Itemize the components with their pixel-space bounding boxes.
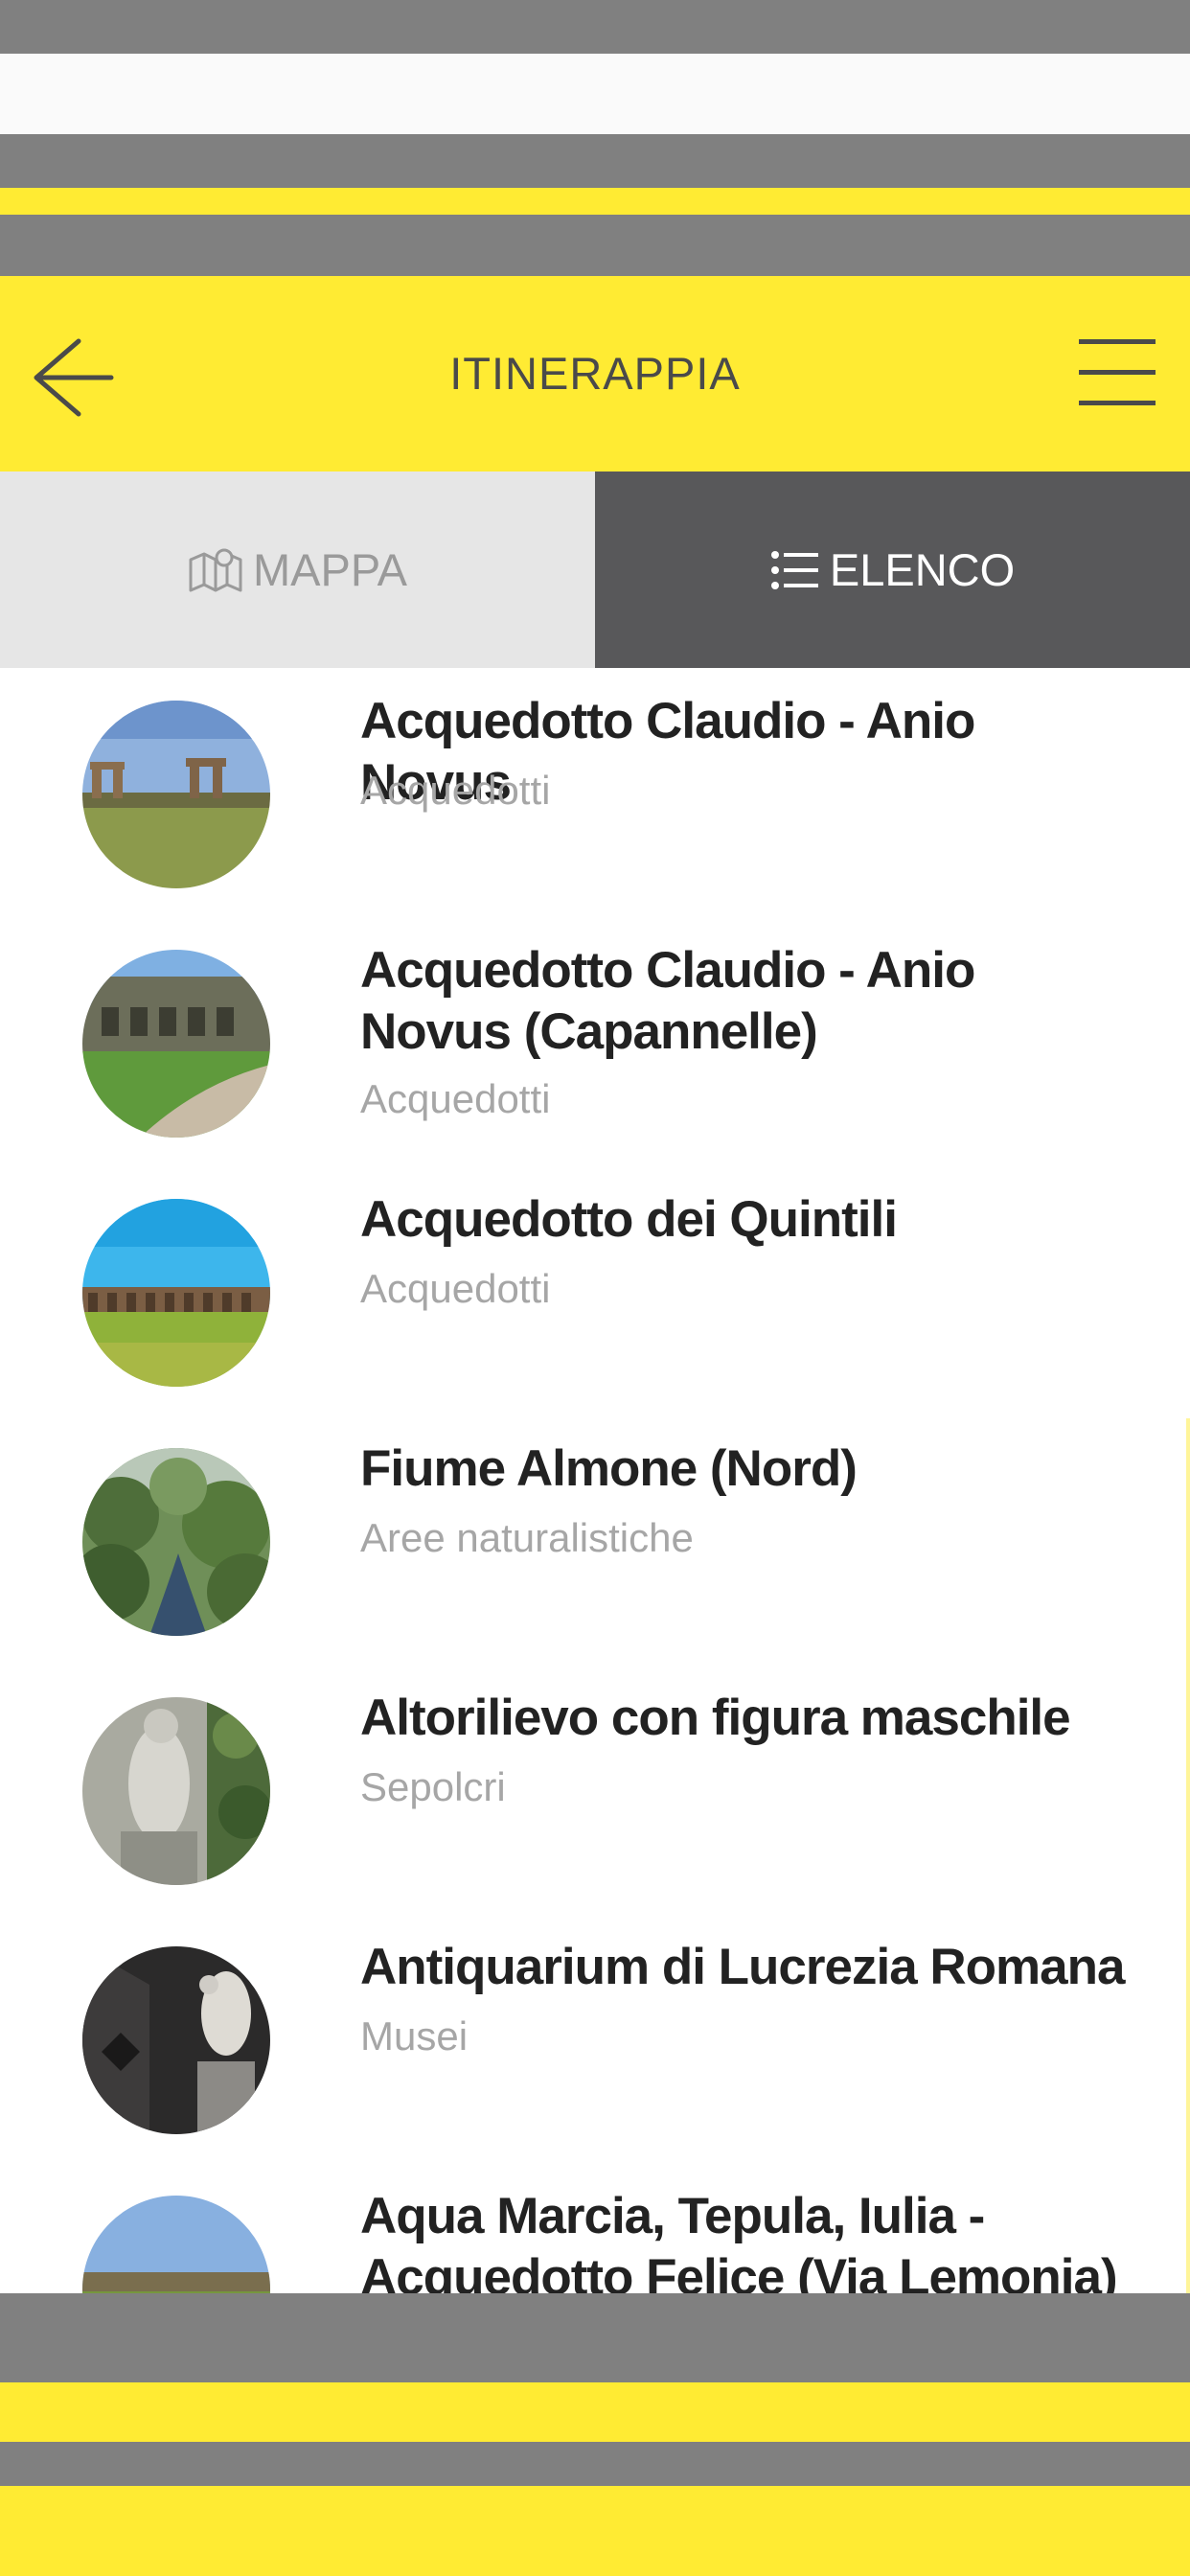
- item-title: Aqua Marcia, Tepula, Iulia - Acquedotto …: [360, 2188, 1118, 2293]
- tab-list[interactable]: ELENCO: [595, 472, 1190, 668]
- item-title: Fiume Almone (Nord): [360, 1440, 858, 1497]
- item-thumbnail: [82, 2196, 270, 2293]
- top-bar-gray-2: [0, 134, 1190, 188]
- hamburger-menu-icon: [1079, 339, 1156, 405]
- top-bar-white: [0, 54, 1190, 134]
- list-item[interactable]: Aqua Marcia, Tepula, Iulia - Acquedotto …: [0, 2163, 1190, 2293]
- scroll-indicator: [1186, 1418, 1190, 2293]
- item-category: Acquedotti: [360, 1076, 551, 1121]
- item-thumbnail: [82, 701, 270, 888]
- menu-button[interactable]: [1073, 335, 1159, 412]
- list-item[interactable]: Altorilievo con figura maschile Sepolcri: [0, 1665, 1190, 1914]
- bottom-bar-gray-1: [0, 2293, 1190, 2382]
- list-item[interactable]: Acquedotto Claudio - Anio Novus Acquedot…: [0, 668, 1190, 917]
- item-category: Musei: [360, 2013, 469, 2058]
- item-title: Antiquarium di Lucrezia Romana: [360, 1939, 1126, 1995]
- item-category: Acquedotti: [360, 1266, 551, 1311]
- tab-list-label: ELENCO: [829, 544, 1016, 595]
- list-item[interactable]: Acquedotto dei Quintili Acquedotti: [0, 1166, 1190, 1415]
- list-item[interactable]: Fiume Almone (Nord) Aree naturalistiche: [0, 1415, 1190, 1665]
- item-category: Aree naturalistiche: [360, 1515, 694, 1560]
- item-title: Acquedotto Claudio - Anio Novus (Capanne…: [360, 942, 975, 1060]
- top-bar-gray-3: [0, 215, 1190, 276]
- item-title: Altorilievo con figura maschile: [360, 1690, 1071, 1746]
- item-thumbnail: [82, 1448, 270, 1636]
- list-item[interactable]: Acquedotto Claudio - Anio Novus (Capanne…: [0, 917, 1190, 1166]
- item-title: Acquedotto dei Quintili: [360, 1191, 898, 1248]
- item-thumbnail: [82, 1199, 270, 1387]
- bottom-bar-yellow-2: [0, 2486, 1190, 2576]
- item-thumbnail: [82, 1697, 270, 1885]
- top-bar-yellow: [0, 188, 1190, 215]
- list-icon: [770, 549, 820, 591]
- item-category: Sepolcri: [360, 1764, 506, 1809]
- bottom-bar-yellow-1: [0, 2382, 1190, 2442]
- item-category: Acquedotti: [360, 768, 551, 813]
- poi-list[interactable]: Acquedotto Claudio - Anio Novus Acquedot…: [0, 668, 1190, 2293]
- tab-map-label: MAPPA: [252, 544, 408, 595]
- map-icon: [188, 546, 243, 594]
- list-item[interactable]: Antiquarium di Lucrezia Romana Musei: [0, 1914, 1190, 2163]
- item-thumbnail: [82, 950, 270, 1138]
- top-bar-gray-1: [0, 0, 1190, 54]
- app-header: ITINERAPPIA: [0, 276, 1190, 472]
- arrow-left-icon: [34, 338, 114, 417]
- bottom-bar-gray-2: [0, 2442, 1190, 2486]
- back-button[interactable]: [29, 328, 115, 420]
- view-tabs: MAPPA ELENCO: [0, 472, 1190, 668]
- item-thumbnail: [82, 1946, 270, 2134]
- tab-map[interactable]: MAPPA: [0, 472, 595, 668]
- app-title: ITINERAPPIA: [449, 348, 741, 399]
